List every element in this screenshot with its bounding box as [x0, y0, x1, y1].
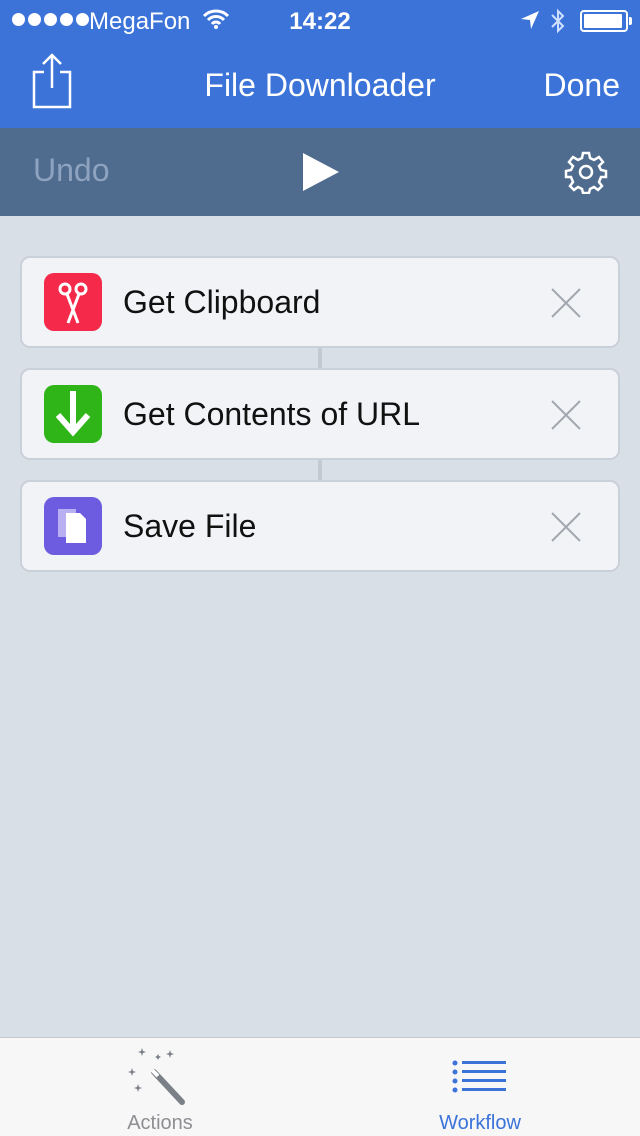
tab-bar: Actions Workflow	[0, 1037, 640, 1136]
action-card-get-contents-of-url[interactable]: Get Contents of URL	[20, 368, 620, 460]
close-icon[interactable]	[550, 287, 582, 319]
action-card-get-clipboard[interactable]: Get Clipboard	[20, 256, 620, 348]
gear-icon[interactable]	[564, 150, 608, 194]
tab-label: Workflow	[439, 1112, 521, 1134]
battery-icon	[580, 10, 632, 32]
bluetooth-icon	[551, 8, 565, 34]
action-label: Save File	[123, 508, 257, 544]
scissors-icon	[44, 273, 102, 331]
action-card-save-file[interactable]: Save File	[20, 480, 620, 572]
tab-workflow[interactable]: Workflow	[320, 1038, 640, 1136]
action-label: Get Clipboard	[123, 284, 321, 320]
location-arrow-icon	[521, 11, 539, 29]
navigation-header: MegaFon 14:22 File Downloader Done	[0, 0, 640, 128]
magic-wand-icon	[128, 1048, 185, 1105]
download-arrow-icon	[44, 385, 102, 443]
list-icon	[452, 1060, 506, 1093]
close-icon[interactable]	[550, 399, 582, 431]
action-label: Get Contents of URL	[123, 396, 421, 432]
close-icon[interactable]	[550, 511, 582, 543]
action-connector	[318, 347, 322, 368]
done-button[interactable]: Done	[544, 67, 621, 104]
play-icon[interactable]	[302, 152, 340, 192]
undo-button[interactable]: Undo	[33, 152, 110, 189]
file-icon	[44, 497, 102, 555]
tab-actions[interactable]: Actions	[0, 1038, 320, 1136]
status-bar: MegaFon 14:22	[0, 0, 640, 40]
tab-label: Actions	[127, 1112, 193, 1134]
clock: 14:22	[289, 8, 351, 35]
action-connector	[318, 459, 322, 480]
